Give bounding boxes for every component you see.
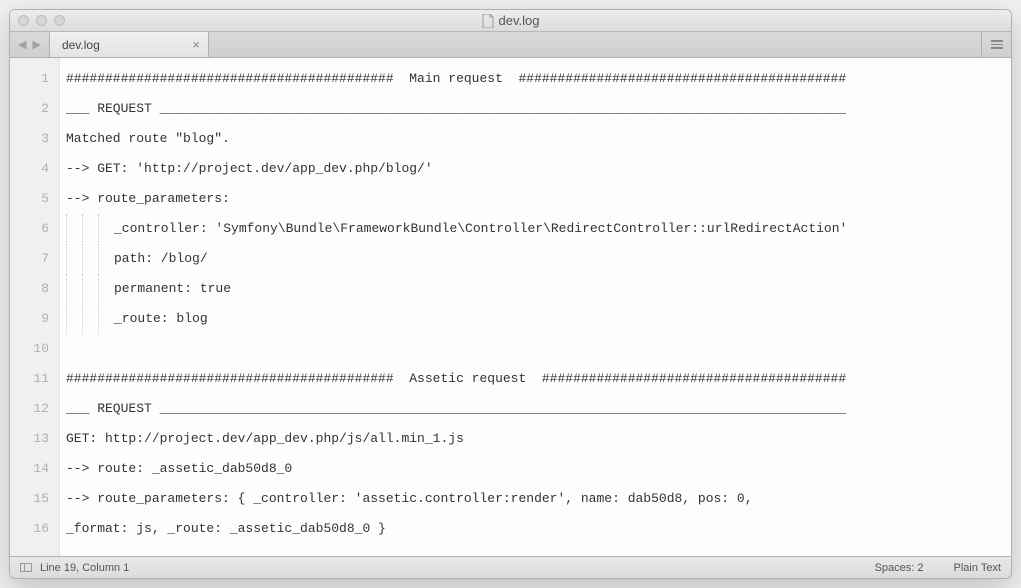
window-title-text: dev.log bbox=[499, 13, 540, 28]
line-number: 6 bbox=[10, 214, 59, 244]
line-number: 15 bbox=[10, 484, 59, 514]
line-text: Matched route "blog". bbox=[66, 124, 230, 154]
line-text: ___ REQUEST ____________________________… bbox=[66, 394, 846, 424]
titlebar[interactable]: dev.log bbox=[10, 10, 1011, 32]
code-line[interactable]: ########################################… bbox=[66, 364, 1011, 394]
zoom-window-button[interactable] bbox=[54, 15, 65, 26]
line-text: --> route_parameters: bbox=[66, 184, 230, 214]
line-text: ########################################… bbox=[66, 364, 846, 394]
code-line[interactable] bbox=[66, 334, 1011, 364]
indent-guide bbox=[82, 244, 98, 274]
syntax-setting[interactable]: Plain Text bbox=[954, 562, 1002, 574]
code-line[interactable]: ########################################… bbox=[66, 64, 1011, 94]
line-text: _controller: 'Symfony\Bundle\FrameworkBu… bbox=[114, 214, 847, 244]
file-tab[interactable]: dev.log × bbox=[49, 32, 209, 57]
line-text: ########################################… bbox=[66, 64, 846, 94]
code-line[interactable]: ___ REQUEST ____________________________… bbox=[66, 394, 1011, 424]
line-number-gutter[interactable]: 12345678910111213141516 bbox=[10, 58, 60, 556]
editor-area: 12345678910111213141516 ################… bbox=[10, 58, 1011, 556]
code-line[interactable]: ___ REQUEST ____________________________… bbox=[66, 94, 1011, 124]
hamburger-icon bbox=[991, 40, 1003, 49]
code-line[interactable]: GET: http://project.dev/app_dev.php/js/a… bbox=[66, 424, 1011, 454]
line-text: _format: js, _route: _assetic_dab50d8_0 … bbox=[66, 514, 386, 544]
tabbar-menu-button[interactable] bbox=[981, 32, 1011, 57]
editor-window: dev.log ◀ ▶ dev.log × 123456789101112131… bbox=[9, 9, 1012, 579]
nav-arrows: ◀ ▶ bbox=[10, 32, 49, 57]
line-number: 10 bbox=[10, 334, 59, 364]
line-text: GET: http://project.dev/app_dev.php/js/a… bbox=[66, 424, 464, 454]
line-text: ___ REQUEST ____________________________… bbox=[66, 94, 846, 124]
traffic-lights bbox=[18, 15, 65, 26]
tabbar-spacer bbox=[209, 32, 981, 57]
minimize-window-button[interactable] bbox=[36, 15, 47, 26]
document-icon bbox=[482, 14, 494, 28]
line-text: path: /blog/ bbox=[114, 244, 208, 274]
code-line[interactable]: --> route_parameters: bbox=[66, 184, 1011, 214]
code-line[interactable]: Matched route "blog". bbox=[66, 124, 1011, 154]
line-text: _route: blog bbox=[114, 304, 208, 334]
code-line[interactable]: --> GET: 'http://project.dev/app_dev.php… bbox=[66, 154, 1011, 184]
status-bar: Line 19, Column 1 Spaces: 2 Plain Text bbox=[10, 556, 1011, 578]
indent-guide bbox=[66, 214, 82, 244]
line-number: 3 bbox=[10, 124, 59, 154]
code-line[interactable]: _format: js, _route: _assetic_dab50d8_0 … bbox=[66, 514, 1011, 544]
line-number: 12 bbox=[10, 394, 59, 424]
line-number: 5 bbox=[10, 184, 59, 214]
code-line[interactable]: permanent: true bbox=[66, 274, 1011, 304]
indent-guide bbox=[66, 304, 82, 334]
line-number: 14 bbox=[10, 454, 59, 484]
code-line[interactable]: _route: blog bbox=[66, 304, 1011, 334]
line-number: 13 bbox=[10, 424, 59, 454]
window-title: dev.log bbox=[18, 13, 1003, 28]
indent-guide bbox=[82, 274, 98, 304]
line-number: 4 bbox=[10, 154, 59, 184]
line-text: --> route: _assetic_dab50d8_0 bbox=[66, 454, 292, 484]
code-line[interactable]: _controller: 'Symfony\Bundle\FrameworkBu… bbox=[66, 214, 1011, 244]
line-number: 11 bbox=[10, 364, 59, 394]
panel-toggle-icon[interactable] bbox=[20, 563, 32, 572]
tab-label: dev.log bbox=[62, 38, 100, 52]
close-window-button[interactable] bbox=[18, 15, 29, 26]
text-content[interactable]: ########################################… bbox=[60, 58, 1011, 556]
indent-guide bbox=[98, 304, 114, 334]
indent-guide bbox=[98, 274, 114, 304]
line-number: 16 bbox=[10, 514, 59, 544]
indent-guide bbox=[66, 274, 82, 304]
line-number: 2 bbox=[10, 94, 59, 124]
nav-back-icon[interactable]: ◀ bbox=[16, 38, 28, 51]
cursor-position[interactable]: Line 19, Column 1 bbox=[40, 562, 129, 574]
nav-forward-icon[interactable]: ▶ bbox=[30, 38, 42, 51]
code-line[interactable]: --> route_parameters: { _controller: 'as… bbox=[66, 484, 1011, 514]
line-text: permanent: true bbox=[114, 274, 231, 304]
line-text: --> route_parameters: { _controller: 'as… bbox=[66, 484, 753, 514]
code-line[interactable]: --> route: _assetic_dab50d8_0 bbox=[66, 454, 1011, 484]
line-number: 1 bbox=[10, 64, 59, 94]
indent-setting[interactable]: Spaces: 2 bbox=[875, 562, 924, 574]
line-text: --> GET: 'http://project.dev/app_dev.php… bbox=[66, 154, 433, 184]
close-tab-icon[interactable]: × bbox=[192, 37, 200, 52]
indent-guide bbox=[82, 214, 98, 244]
line-number: 7 bbox=[10, 244, 59, 274]
indent-guide bbox=[82, 304, 98, 334]
code-line[interactable]: path: /blog/ bbox=[66, 244, 1011, 274]
indent-guide bbox=[98, 214, 114, 244]
line-number: 9 bbox=[10, 304, 59, 334]
indent-guide bbox=[98, 244, 114, 274]
tab-bar: ◀ ▶ dev.log × bbox=[10, 32, 1011, 58]
indent-guide bbox=[66, 244, 82, 274]
line-number: 8 bbox=[10, 274, 59, 304]
